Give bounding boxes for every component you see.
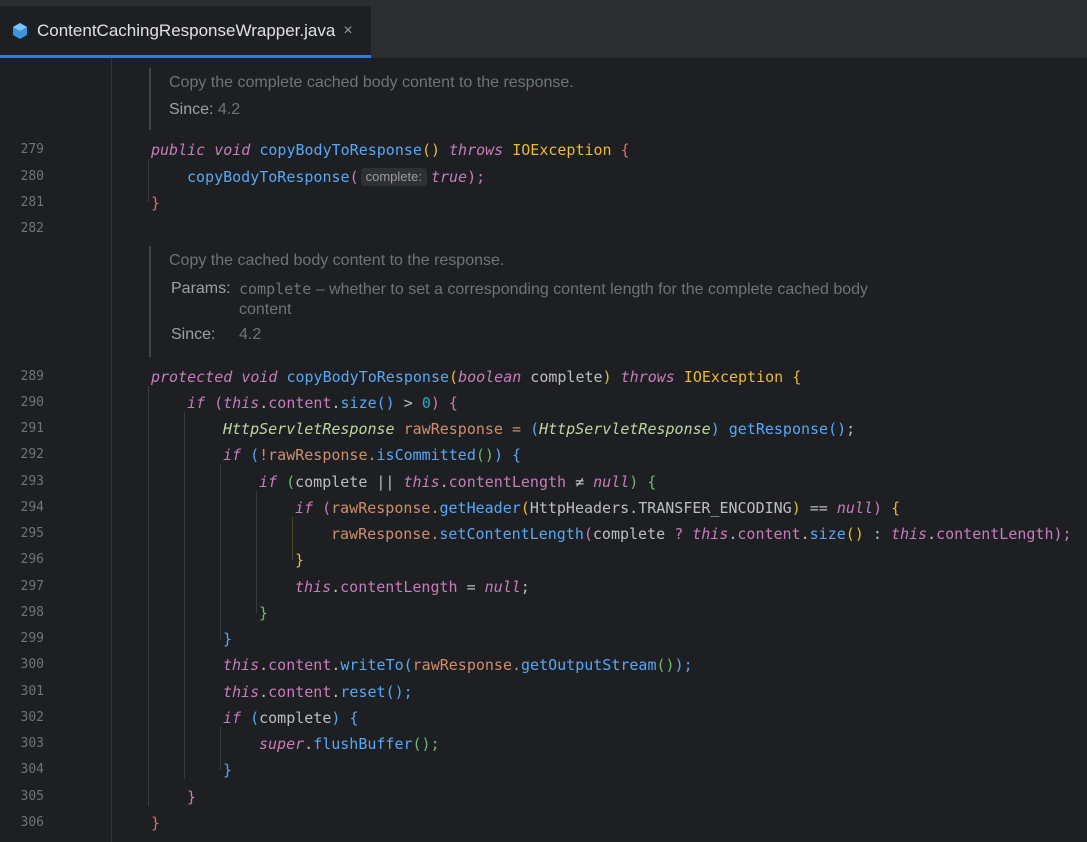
- line-number: 292: [20, 447, 44, 462]
- code-line-291: HttpServletResponse rawResponse = (HttpS…: [223, 420, 856, 438]
- code-line-295: rawResponse.setContentLength(complete ? …: [331, 525, 1072, 543]
- line-number: 280: [20, 169, 44, 184]
- doc-comment: Copy the cached body content to the resp…: [149, 246, 868, 357]
- line-number: 304: [20, 762, 44, 777]
- doc-description: Copy the complete cached body content to…: [169, 74, 574, 91]
- code-line-279: public void copyBodyToResponse() throws …: [151, 141, 630, 159]
- doc-param-name: complete: [239, 280, 312, 298]
- code-line-290: if (this.content.size() > 0) {: [187, 394, 458, 412]
- indent-guide: [292, 517, 293, 560]
- doc-since-label: Since:: [171, 326, 216, 343]
- line-number: 291: [20, 421, 44, 436]
- line-number: 297: [20, 579, 44, 594]
- code-line-303: super.flushBuffer();: [259, 735, 440, 753]
- parameter-hint: complete:: [360, 168, 427, 186]
- code-line-302: if (complete) {: [223, 709, 359, 727]
- line-number: 279: [20, 142, 44, 157]
- code-line-280: copyBodyToResponse(complete: true);: [187, 168, 486, 186]
- close-tab-icon[interactable]: ×: [343, 22, 352, 40]
- line-number: 281: [20, 195, 44, 210]
- indent-guide: [220, 727, 221, 770]
- indent-guide: [184, 412, 185, 779]
- line-number: 298: [20, 605, 44, 620]
- line-number: 294: [20, 500, 44, 515]
- doc-param-desc-cont: content: [239, 301, 292, 318]
- code-line-289: protected void copyBodyToResponse(boolea…: [151, 368, 802, 386]
- code-line-299: }: [223, 630, 233, 648]
- doc-since-value: 4.2: [217, 101, 241, 118]
- line-number: 290: [20, 395, 44, 410]
- code-line-300: this.content.writeTo(rawResponse.getOutp…: [223, 656, 693, 674]
- line-number: 289: [20, 369, 44, 384]
- editor-tab-bar: ContentCachingResponseWrapper.java ×: [0, 0, 1087, 59]
- line-number: 306: [20, 815, 44, 830]
- code-line-294: if (rawResponse.getHeader(HttpHeaders.TR…: [295, 499, 901, 517]
- doc-since-value: 4.2: [239, 326, 262, 343]
- code-line-298: }: [259, 604, 269, 622]
- code-line-301: this.content.reset();: [223, 683, 413, 701]
- doc-param-desc: – whether to set a corresponding content…: [315, 281, 869, 298]
- indent-guide: [148, 159, 149, 202]
- doc-since-label: Since:: [169, 101, 214, 118]
- line-number: 295: [20, 526, 44, 541]
- indent-guide: [148, 386, 149, 806]
- line-number: 293: [20, 474, 44, 489]
- code-line-292: if (!rawResponse.isCommitted()) {: [223, 446, 522, 464]
- doc-comment: Copy the complete cached body content to…: [149, 68, 574, 130]
- indent-guide: [256, 491, 257, 613]
- java-class-icon: [13, 22, 27, 39]
- line-number: 299: [20, 631, 44, 646]
- code-line-296: }: [295, 551, 305, 569]
- file-tab[interactable]: ContentCachingResponseWrapper.java ×: [0, 6, 371, 58]
- line-number: 296: [20, 552, 44, 567]
- line-number: 301: [20, 684, 44, 699]
- code-line-304: }: [223, 761, 233, 779]
- line-number: 303: [20, 736, 44, 751]
- code-line-293: if (complete || this.contentLength ≠ nul…: [259, 473, 657, 491]
- gutter-separator: [111, 58, 112, 842]
- indent-guide: [220, 464, 221, 639]
- tab-title: ContentCachingResponseWrapper.java: [37, 20, 336, 40]
- code-line-305: }: [187, 788, 197, 806]
- line-number: 302: [20, 710, 44, 725]
- line-number: 305: [20, 789, 44, 804]
- doc-description: Copy the cached body content to the resp…: [169, 252, 505, 269]
- code-editor[interactable]: 279 280 281 282 289 290 291 292 293 294 …: [0, 58, 1087, 842]
- line-number: 300: [20, 657, 44, 672]
- code-line-297: this.contentLength = null;: [295, 578, 530, 596]
- code-line-281: }: [151, 194, 161, 212]
- code-line-306: }: [151, 814, 161, 832]
- doc-params-label: Params:: [171, 280, 231, 297]
- line-number: 282: [20, 221, 44, 236]
